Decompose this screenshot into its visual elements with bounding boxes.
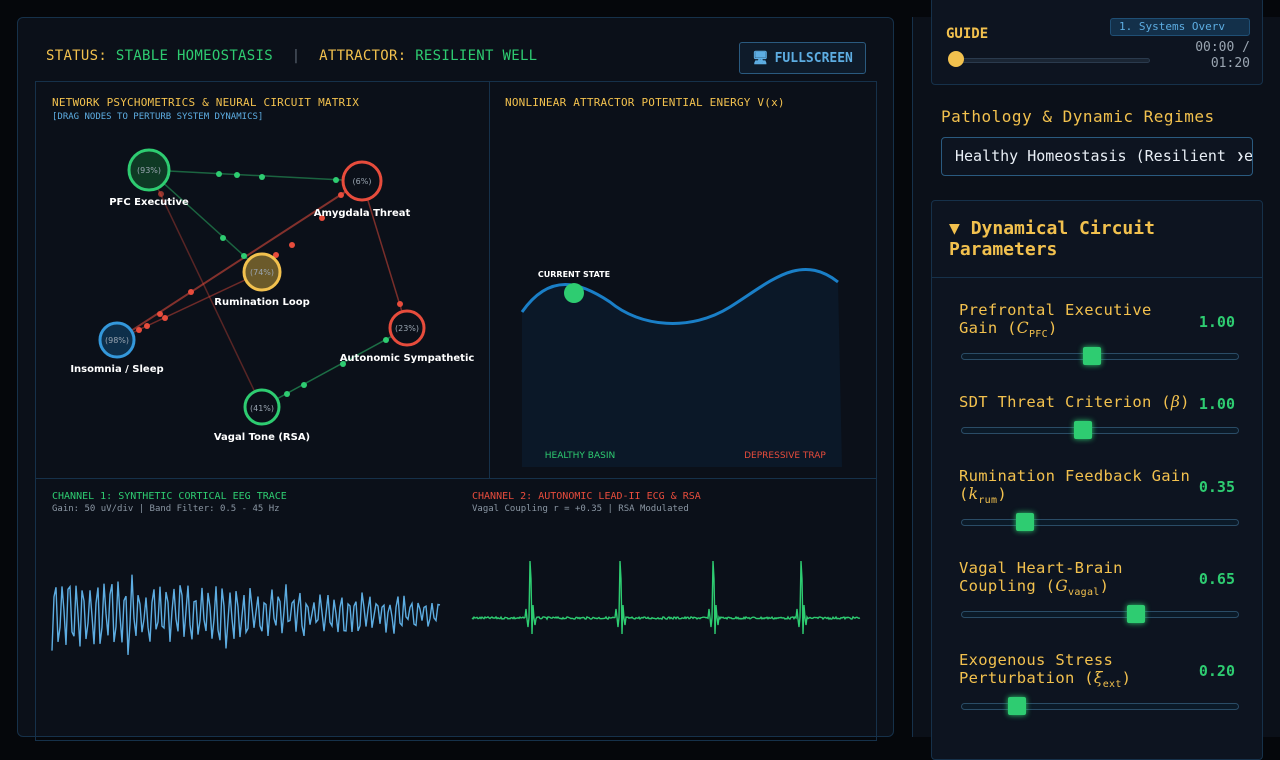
node-label: Vagal Tone (RSA)	[214, 432, 310, 443]
node-label: Amygdala Threat	[314, 208, 411, 219]
current-state-label: CURRENT STATE	[538, 270, 610, 279]
param-rumination-gain: Rumination Feedback Gain (krum) 0.35	[959, 467, 1249, 531]
guide-time-total: 01:20	[1210, 56, 1250, 71]
param-label: Rumination Feedback Gain (krum)	[959, 467, 1191, 507]
param-label: Prefrontal Executive Gain (CPFC)	[959, 301, 1152, 341]
parameters-title-line2: Parameters	[949, 239, 1058, 260]
param-slider-track[interactable]	[961, 519, 1239, 526]
parameters-panel: ▼ Dynamical Circuit Parameters Prefronta…	[931, 200, 1263, 760]
param-label: Vagal Heart-Brain Coupling (Gvagal)	[959, 559, 1123, 599]
node-autonomic-sympathetic[interactable]: (23%) Autonomic Sympathetic	[340, 309, 475, 364]
param-value: 0.65	[1198, 570, 1235, 588]
param-exogenous-stress: Exogenous Stress Perturbation (ξext) 0.20	[959, 651, 1249, 715]
param-vagal-coupling: Vagal Heart-Brain Coupling (Gvagal) 0.65	[959, 559, 1249, 623]
visualization-grid: NETWORK PSYCHOMETRICS & NEURAL CIRCUIT M…	[35, 81, 877, 741]
current-state-marker	[564, 283, 584, 303]
guide-time: 00:00 / 01:20	[1180, 40, 1250, 72]
edge-pfc-amygdala	[148, 169, 363, 182]
parameters-header[interactable]: ▼ Dynamical Circuit Parameters	[932, 201, 1262, 278]
status-bar: STATUS: STABLE HOMEOSTASIS | ATTRACTOR: …	[46, 48, 537, 64]
param-slider-knob[interactable]	[1127, 605, 1146, 623]
node-amygdala-threat[interactable]: (6%) Amygdala Threat	[314, 160, 411, 219]
status-value: STABLE HOMEOSTASIS	[115, 48, 273, 64]
node-pfc-executive[interactable]: (93%) PFC Executive	[109, 148, 189, 208]
fullscreen-label: FULLSCREEN	[774, 50, 853, 66]
node-value: (6%)	[353, 177, 372, 186]
fullscreen-button[interactable]: 🖥 FULLSCREEN	[739, 42, 866, 74]
node-label: PFC Executive	[109, 197, 189, 208]
waveform-panel: CHANNEL 1: SYNTHETIC CORTICAL EEG TRACE …	[36, 479, 876, 742]
parameters-title-line1: Dynamical Circuit	[970, 218, 1155, 239]
eeg-trace	[51, 574, 441, 655]
node-value: (23%)	[395, 324, 419, 333]
param-value: 0.20	[1198, 662, 1235, 680]
chevron-down-icon: ❯	[1232, 138, 1244, 175]
regime-selected-value: Healthy Homeostasis (Resilient Well)	[955, 147, 1253, 165]
network-graph: (93%) PFC Executive (6%) Amygdala Threat…	[70, 148, 475, 443]
param-label: Exogenous Stress Perturbation (ξext)	[959, 651, 1132, 691]
node-label: Insomnia / Sleep	[70, 364, 163, 375]
ecg-trace	[471, 560, 861, 635]
node-label: Rumination Loop	[214, 297, 309, 308]
guide-progress-track[interactable]	[954, 58, 1150, 63]
param-slider-knob[interactable]	[1074, 421, 1093, 439]
node-insomnia-sleep[interactable]: (98%) Insomnia / Sleep	[70, 321, 164, 375]
guide-panel: GUIDE 1. Systems Overv 00:00 / 01:20	[931, 0, 1263, 85]
param-slider-track[interactable]	[961, 427, 1239, 434]
param-label: SDT Threat Criterion (β)	[959, 393, 1190, 411]
guide-step-chip[interactable]: 1. Systems Overv	[1110, 18, 1250, 36]
param-pfc-gain: Prefrontal Executive Gain (CPFC) 1.00	[959, 301, 1249, 365]
param-slider-knob[interactable]	[1082, 347, 1101, 365]
status-separator: |	[291, 48, 301, 64]
healthy-basin-label: HEALTHY BASIN	[545, 451, 615, 461]
param-slider-track[interactable]	[961, 611, 1239, 618]
node-value: (93%)	[137, 166, 161, 175]
network-panel: NETWORK PSYCHOMETRICS & NEURAL CIRCUIT M…	[36, 82, 490, 479]
node-rumination-loop[interactable]: (74%) Rumination Loop	[214, 252, 310, 308]
monitor-icon: 🖥	[752, 50, 769, 66]
guide-time-current: 00:00 /	[1195, 40, 1250, 55]
sidebar: GUIDE 1. Systems Overv 00:00 / 01:20 Pat…	[912, 0, 1280, 760]
node-value: (74%)	[250, 268, 274, 277]
potential-plot: CURRENT STATE HEALTHY BASIN DEPRESSIVE T…	[520, 268, 842, 467]
guide-title: GUIDE	[946, 26, 989, 42]
param-value: 0.35	[1198, 478, 1235, 496]
param-slider-knob[interactable]	[1007, 697, 1026, 715]
node-vagal-tone[interactable]: (41%) Vagal Tone (RSA)	[214, 388, 310, 443]
param-value: 1.00	[1198, 395, 1235, 413]
potential-panel: NONLINEAR ATTRACTOR POTENTIAL ENERGY V(x…	[490, 82, 876, 479]
depressive-trap-label: DEPRESSIVE TRAP	[744, 451, 826, 461]
param-slider-track[interactable]	[961, 703, 1239, 710]
param-value: 1.00	[1198, 313, 1235, 331]
attractor-value: RESILIENT WELL	[415, 48, 538, 64]
pathology-label: Pathology & Dynamic Regimes	[941, 107, 1215, 126]
attractor-label: ATTRACTOR:	[319, 48, 407, 64]
regime-select[interactable]: Healthy Homeostasis (Resilient Well) ❯	[941, 137, 1253, 176]
node-label: Autonomic Sympathetic	[340, 353, 475, 364]
guide-progress-knob[interactable]	[948, 51, 964, 67]
status-label: STATUS:	[46, 48, 108, 64]
collapse-triangle-icon: ▼	[949, 218, 960, 239]
param-slider-knob[interactable]	[1015, 513, 1034, 531]
main-panel: STATUS: STABLE HOMEOSTASIS | ATTRACTOR: …	[17, 17, 894, 741]
node-value: (41%)	[250, 404, 274, 413]
node-value: (98%)	[105, 336, 129, 345]
param-sdt-threat: SDT Threat Criterion (β) 1.00	[959, 393, 1249, 443]
